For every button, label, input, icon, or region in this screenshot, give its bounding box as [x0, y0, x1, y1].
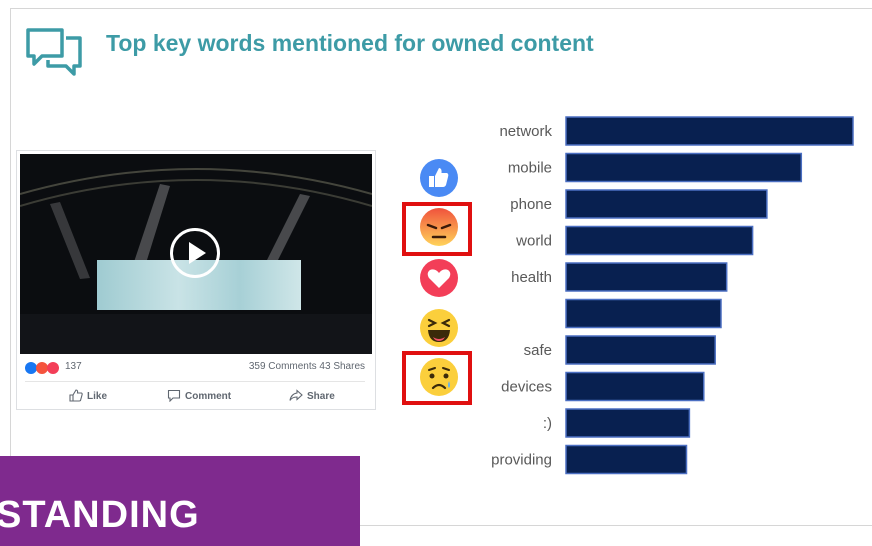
- banner-text: STANDING: [0, 494, 200, 536]
- thumbs-up-outline-icon: [69, 389, 83, 402]
- bar-providing: [565, 444, 688, 475]
- bar-network: [565, 116, 854, 146]
- haha-reaction-icon: [420, 309, 458, 347]
- category-label: :): [543, 415, 552, 432]
- category-label: mobile: [508, 160, 552, 177]
- category-label: providing: [491, 452, 552, 469]
- bar-smiley: [565, 408, 691, 438]
- comment-outline-icon: [167, 389, 181, 403]
- category-label: safe: [524, 342, 552, 359]
- category-label: phone: [510, 196, 552, 213]
- category-label: devices: [501, 379, 552, 396]
- bar-world: [565, 225, 754, 256]
- love-mini-icon: [47, 362, 59, 374]
- divider: [25, 381, 365, 382]
- category-label: world: [515, 233, 552, 250]
- category-label: health: [511, 269, 552, 286]
- category-label: network: [499, 123, 552, 140]
- bar-blank: [565, 298, 722, 329]
- post-actions: Like Comment Share: [17, 387, 375, 407]
- sad-highlight-box: [402, 351, 472, 405]
- bar-phone: [565, 189, 768, 219]
- like-action-button[interactable]: Like: [69, 389, 107, 402]
- love-reaction-icon: [420, 259, 458, 297]
- bar-safe: [565, 335, 716, 365]
- like-reaction-icon: [420, 159, 458, 197]
- angry-highlight-box: [402, 202, 472, 256]
- chat-bubbles-icon: [26, 28, 82, 76]
- bar-devices: [565, 371, 705, 402]
- keyword-bar-chart: network mobile phone world health safe devices…: [470, 110, 870, 480]
- video-thumbnail[interactable]: [20, 154, 372, 354]
- bar-mobile: [565, 152, 803, 183]
- share-arrow-icon: [289, 389, 303, 401]
- comments-shares-count[interactable]: 359 Comments 43 Shares: [249, 361, 365, 372]
- reaction-count[interactable]: 137: [65, 361, 82, 372]
- play-button-icon[interactable]: [170, 228, 220, 278]
- page-title: Top key words mentioned for owned conten…: [106, 30, 594, 56]
- facebook-post-card: 137 359 Comments 43 Shares Like Comment …: [16, 150, 376, 410]
- post-stats: 137 359 Comments 43 Shares: [25, 361, 365, 377]
- bar-chart-svg: network mobile phone world health safe devices…: [491, 116, 854, 475]
- bar-health: [565, 262, 728, 292]
- comment-action-button[interactable]: Comment: [167, 389, 231, 403]
- share-action-button[interactable]: Share: [289, 389, 335, 402]
